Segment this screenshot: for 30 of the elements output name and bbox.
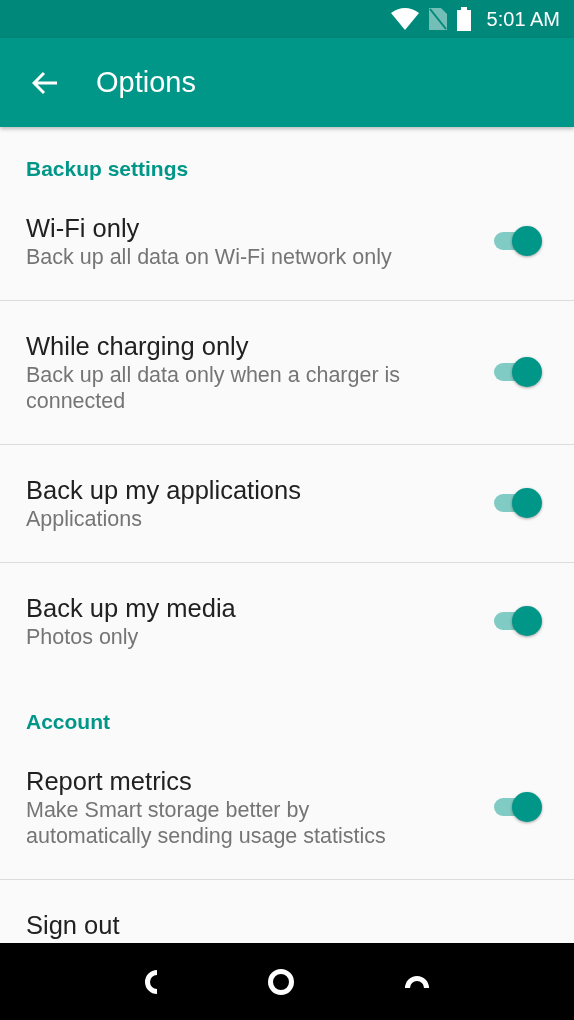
back-icon [145,969,157,994]
home-icon [267,967,295,996]
setting-summary: Make Smart storage better by automatically sending usage statistics [26,797,387,849]
setting-summary: Applications [26,506,142,532]
back-nav-button[interactable] [145,969,157,994]
back-arrow-icon [32,70,58,95]
toggle-switch[interactable] [492,792,542,822]
toggle-switch[interactable] [492,226,542,256]
no-sim-icon [428,8,447,30]
recents-nav-button[interactable] [405,975,429,988]
setting-summary: Back up all data only when a charger is connected [26,362,402,414]
setting-title[interactable]: While charging only [26,330,249,362]
setting-summary: Photos only [26,624,139,650]
setting-title[interactable]: Back up my applications [26,474,301,506]
screen-title: Options [96,66,196,99]
setting-title[interactable]: Wi-Fi only [26,212,140,244]
setting-title[interactable]: Report metrics [26,765,192,797]
status-time: 5:01 AM [486,7,560,31]
battery-icon [456,7,471,31]
setting-summary: Back up all data on Wi-Fi network only [26,244,392,270]
toggle-switch[interactable] [492,488,542,518]
toggle-switch[interactable] [492,357,542,387]
recents-icon [405,975,429,988]
wifi-icon [390,8,419,30]
setting-title[interactable]: Back up my media [26,592,236,624]
setting-title[interactable]: Sign out [26,909,120,941]
section-header: Account [25,709,111,735]
section-header: Backup settings [25,156,190,182]
home-nav-button[interactable] [267,967,295,996]
toggle-switch[interactable] [492,606,542,636]
